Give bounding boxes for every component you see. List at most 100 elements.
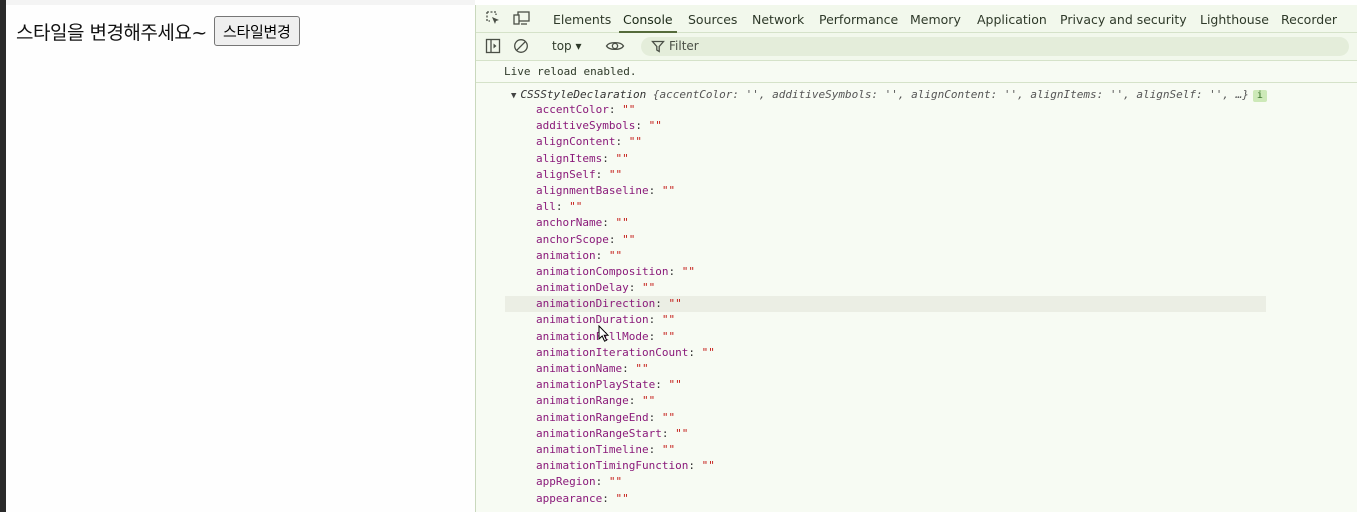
property-separator: : [595,475,609,489]
property-row[interactable]: appearance: "" [476,491,1357,507]
devtools-tabbar: Elements Console Sources Network Perform… [476,5,1357,33]
tab-elements[interactable]: Elements [553,5,611,32]
devtools-panel: Elements Console Sources Network Perform… [475,5,1357,512]
page-prompt-text: 스타일을 변경해주세요~ [16,22,207,44]
property-key: animation [536,248,596,262]
property-row[interactable]: animationDelay: "" [476,280,1357,296]
property-key: animationDelay [536,281,629,295]
property-separator: : [648,442,662,456]
property-key: animationRange [536,394,629,408]
property-key: animationRangeStart [536,426,662,440]
tab-performance[interactable]: Performance [819,5,898,32]
property-value: "" [661,183,676,197]
device-toolbar-icon[interactable] [513,10,531,26]
property-row[interactable]: alignContent: "" [476,134,1357,150]
property-row[interactable]: animationTimingFunction: "" [476,458,1357,474]
property-row[interactable]: animationRange: "" [476,393,1357,409]
filter-funnel-icon [651,39,667,55]
clear-console-icon[interactable] [513,38,529,54]
expand-triangle-icon[interactable]: ▼ [511,91,516,101]
tab-application[interactable]: Application [977,5,1047,32]
property-row[interactable]: anchorName: "" [476,215,1357,231]
property-row[interactable]: animationIterationCount: "" [476,345,1357,361]
property-value: "" [661,329,676,343]
console-output: Live reload enabled. ▼ CSSStyleDeclaratio… [476,61,1357,512]
console-message: Live reload enabled. [504,65,637,78]
property-separator: : [668,264,682,278]
property-value: "" [615,151,629,165]
property-key: animationTimeline [536,442,649,456]
property-separator: : [688,345,702,359]
property-row[interactable]: animationDirection: "" [505,296,1266,313]
property-value: "" [648,119,662,133]
property-key: animationName [536,362,623,375]
tab-privacy-and-security[interactable]: Privacy and security [1060,5,1187,32]
property-separator: : [608,232,623,246]
property-row[interactable]: alignmentBaseline: "" [476,183,1357,199]
property-separator: : [648,329,662,343]
property-list: accentColor: "" additiveSymbols: "" alignC… [476,102,1357,507]
property-value: "" [608,248,623,262]
tab-console[interactable]: Console [619,5,677,33]
property-key: accentColor [536,103,609,116]
property-value: "" [641,394,656,408]
property-separator: : [688,459,702,473]
property-key: animationFillMode [536,329,649,343]
property-separator: : [648,313,662,327]
property-separator: : [648,183,662,197]
property-row[interactable]: accentColor: "" [476,102,1357,118]
sidebar-toggle-icon[interactable] [485,38,501,54]
inspect-element-icon[interactable] [485,10,503,26]
property-key: additiveSymbols [536,119,636,133]
property-row[interactable]: additiveSymbols: "" [476,118,1357,134]
property-value: "" [668,378,682,392]
property-separator: : [615,135,629,149]
property-row[interactable]: animationTimeline: "" [476,442,1357,458]
property-separator: : [661,426,676,440]
property-row[interactable]: alignSelf: "" [476,167,1357,183]
property-separator: : [648,410,662,424]
property-key: animationIterationCount [536,345,689,359]
console-toolbar: top ▾ Filter [476,33,1357,61]
live-expression-eye-icon[interactable] [605,38,625,54]
property-row[interactable]: animation: "" [476,248,1357,264]
property-value: "" [661,442,676,456]
property-row[interactable]: appRegion: "" [476,474,1357,490]
property-row[interactable]: all: "" [476,199,1357,215]
object-class-name: CSSStyleDeclaration [520,88,647,101]
property-value: "" [661,410,676,424]
page-viewport: 스타일을 변경해주세요~ 스타일변경 [6,5,475,512]
property-separator: : [622,362,636,375]
property-value: "" [615,216,629,230]
property-separator: : [655,297,669,311]
object-preview-row[interactable]: ▼ CSSStyleDeclaration {accentColor: '', a… [511,88,1267,103]
property-key: animationRangeEnd [536,410,649,424]
info-badge-icon[interactable]: i [1252,90,1267,102]
tab-lighthouse[interactable]: Lighthouse [1200,5,1269,32]
property-value: "" [569,200,583,214]
change-style-button[interactable]: 스타일변경 [214,16,300,46]
execution-context-select[interactable]: top ▾ [552,38,582,54]
filter-placeholder: Filter [669,39,699,53]
property-value: "" [622,232,636,246]
property-key: animationPlayState [536,378,656,392]
object-preview-text: {accentColor: '', additiveSymbols: '', a… [652,88,1249,101]
property-key: alignItems [536,151,603,165]
property-row[interactable]: alignItems: "" [476,151,1357,167]
filter-input[interactable]: Filter [641,37,1349,56]
tab-memory[interactable]: Memory [910,5,961,32]
property-key: appearance [536,491,603,505]
property-row[interactable]: animationPlayState: "" [476,377,1357,393]
property-separator: : [602,491,616,505]
property-row[interactable]: animationComposition: "" [476,264,1357,280]
property-key: alignmentBaseline [536,183,649,197]
property-row[interactable]: animationRangeStart: "" [476,426,1357,442]
property-row[interactable]: animationRangeEnd: "" [476,410,1357,426]
property-key: animationTimingFunction [536,459,689,473]
tab-network[interactable]: Network [752,5,804,32]
tab-recorder[interactable]: Recorder [1281,5,1337,32]
property-row[interactable]: animationName: "" [476,361,1357,377]
property-row[interactable]: anchorScope: "" [476,232,1357,248]
tab-sources[interactable]: Sources [688,5,737,32]
property-separator: : [628,281,642,295]
